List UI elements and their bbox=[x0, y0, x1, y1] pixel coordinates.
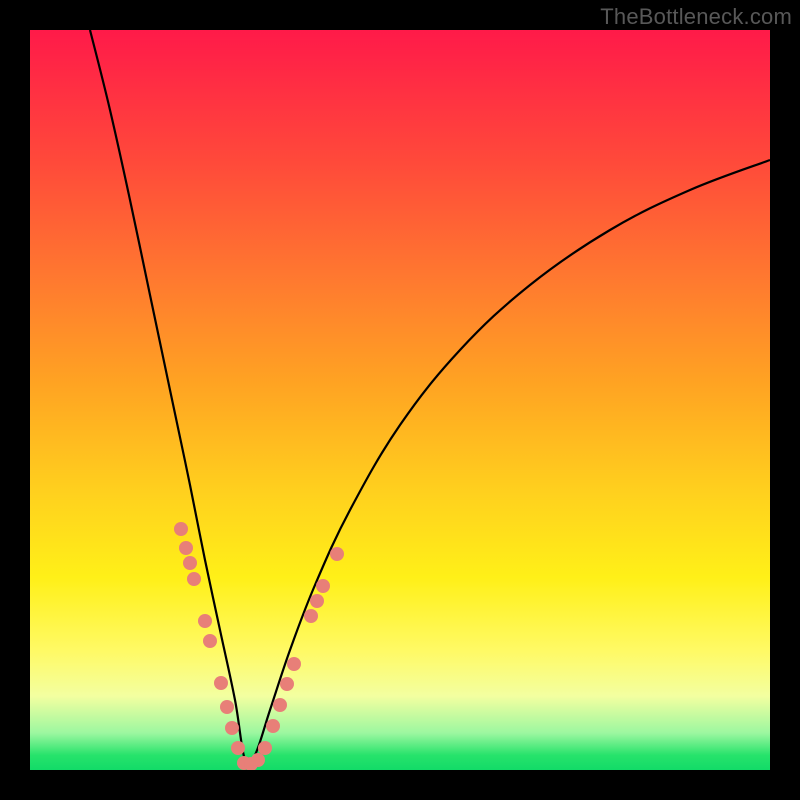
data-dot bbox=[287, 657, 301, 671]
data-dot bbox=[214, 676, 228, 690]
data-dots bbox=[174, 522, 344, 770]
data-dot bbox=[174, 522, 188, 536]
bottleneck-curve bbox=[90, 30, 770, 765]
data-dot bbox=[273, 698, 287, 712]
curve-svg bbox=[30, 30, 770, 770]
data-dot bbox=[330, 547, 344, 561]
data-dot bbox=[310, 594, 324, 608]
watermark-text: TheBottleneck.com bbox=[600, 4, 792, 30]
data-dot bbox=[187, 572, 201, 586]
data-dot bbox=[251, 753, 265, 767]
data-dot bbox=[198, 614, 212, 628]
plot-area bbox=[30, 30, 770, 770]
data-dot bbox=[203, 634, 217, 648]
data-dot bbox=[266, 719, 280, 733]
data-dot bbox=[304, 609, 318, 623]
data-dot bbox=[258, 741, 272, 755]
data-dot bbox=[231, 741, 245, 755]
data-dot bbox=[183, 556, 197, 570]
data-dot bbox=[225, 721, 239, 735]
data-dot bbox=[220, 700, 234, 714]
data-dot bbox=[316, 579, 330, 593]
chart-frame: TheBottleneck.com bbox=[0, 0, 800, 800]
data-dot bbox=[280, 677, 294, 691]
data-dot bbox=[179, 541, 193, 555]
